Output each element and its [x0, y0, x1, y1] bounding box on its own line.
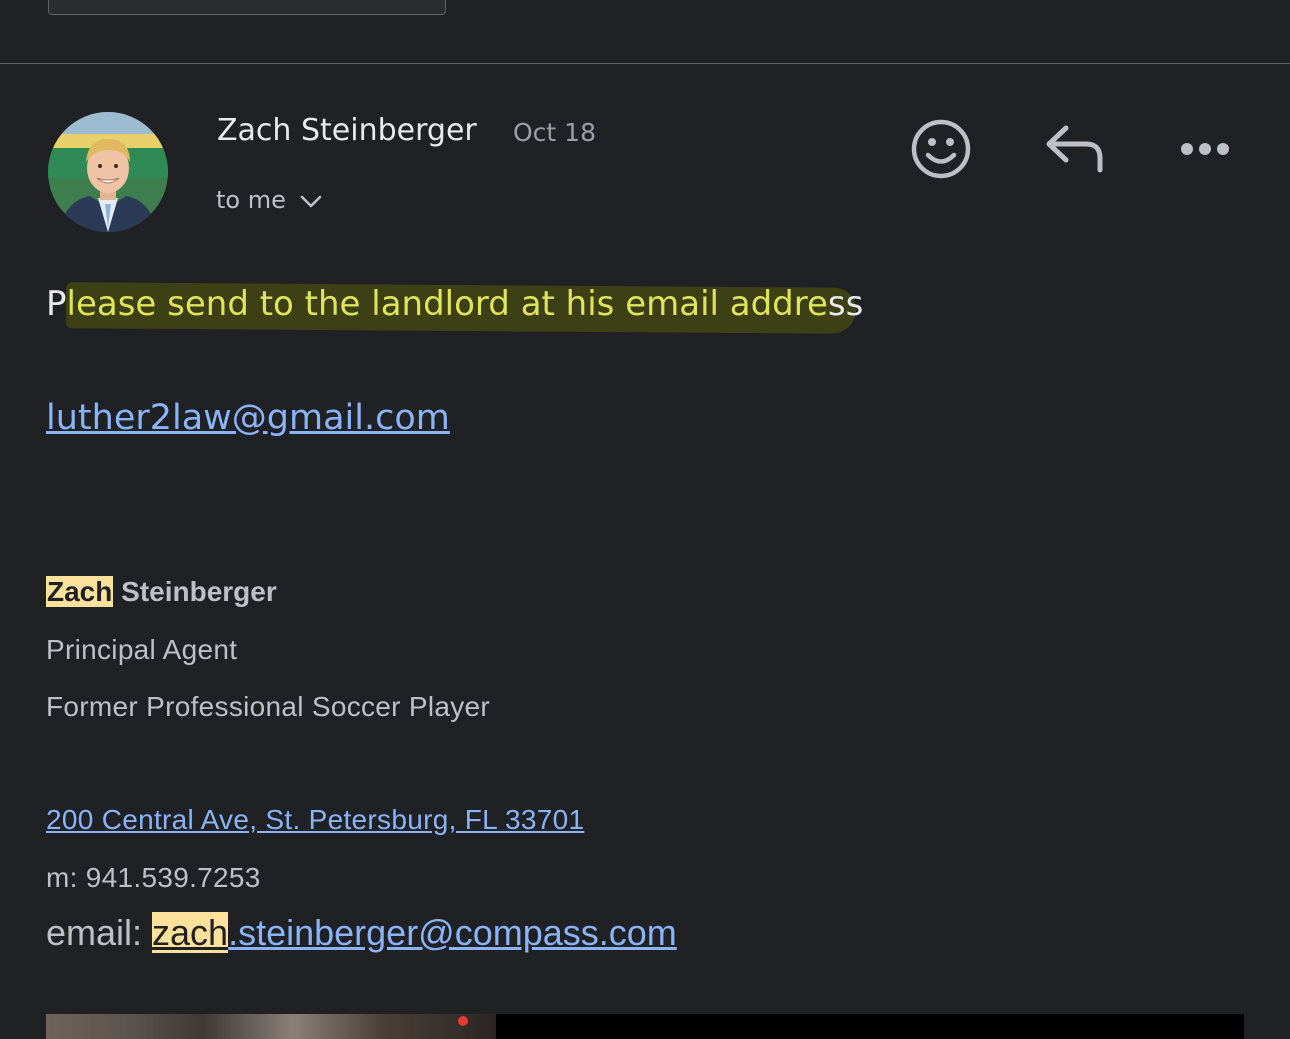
avatar[interactable] [48, 112, 168, 232]
signature-email-label: email: [46, 912, 153, 953]
signature-last-name: Steinberger [113, 576, 277, 607]
email-view: Zach Steinberger Oct 18 to me Please sen… [0, 0, 1290, 1039]
signature-email-user-highlight[interactable]: zach [152, 912, 229, 953]
email-date: Oct 18 [513, 118, 596, 147]
reply-arrow-icon [1046, 125, 1103, 173]
signature-first-name: Zach [46, 576, 114, 607]
more-dots-icon [1181, 143, 1229, 155]
header-divider [0, 63, 1290, 64]
signature-email-domain[interactable]: .steinberger@compass.com [228, 912, 677, 953]
signature-title: Principal Agent [46, 634, 238, 665]
message-body: Please send to the landlord at his email… [46, 284, 863, 324]
reply-button[interactable] [1042, 122, 1106, 178]
inline-image-preview[interactable] [46, 1014, 496, 1039]
inline-image-dark-area[interactable] [496, 1014, 1244, 1039]
signature-address-link[interactable]: 200 Central Ave, St. Petersburg, FL 3370… [46, 804, 584, 836]
recipient-label: to me [216, 186, 286, 214]
sender-name[interactable]: Zach Steinberger [217, 113, 477, 148]
signature-name: Zach Steinberger [46, 576, 277, 608]
recording-dot [458, 1016, 468, 1026]
signature-bio: Former Professional Soccer Player [46, 691, 491, 722]
more-options-button[interactable] [1175, 130, 1237, 170]
chevron-down-icon [300, 195, 322, 214]
signature-email: email: zach.steinberger@compass.com [46, 912, 677, 954]
message-body-end: ss [827, 284, 864, 324]
message-body-highlighted: lease send to the landlord at his email … [66, 284, 828, 324]
add-reaction-button[interactable] [909, 118, 973, 182]
toolbar-stub[interactable] [48, 0, 446, 15]
smiley-icon [911, 119, 971, 179]
landlord-email-link[interactable]: luther2law@gmail.com [46, 398, 450, 438]
recipient-details-toggle[interactable]: to me [216, 186, 322, 214]
signature-email-link[interactable]: zach.steinberger@compass.com [152, 912, 677, 953]
message-body-start: P [46, 284, 67, 324]
signature-phone[interactable]: m: 941.539.7253 [46, 862, 261, 894]
